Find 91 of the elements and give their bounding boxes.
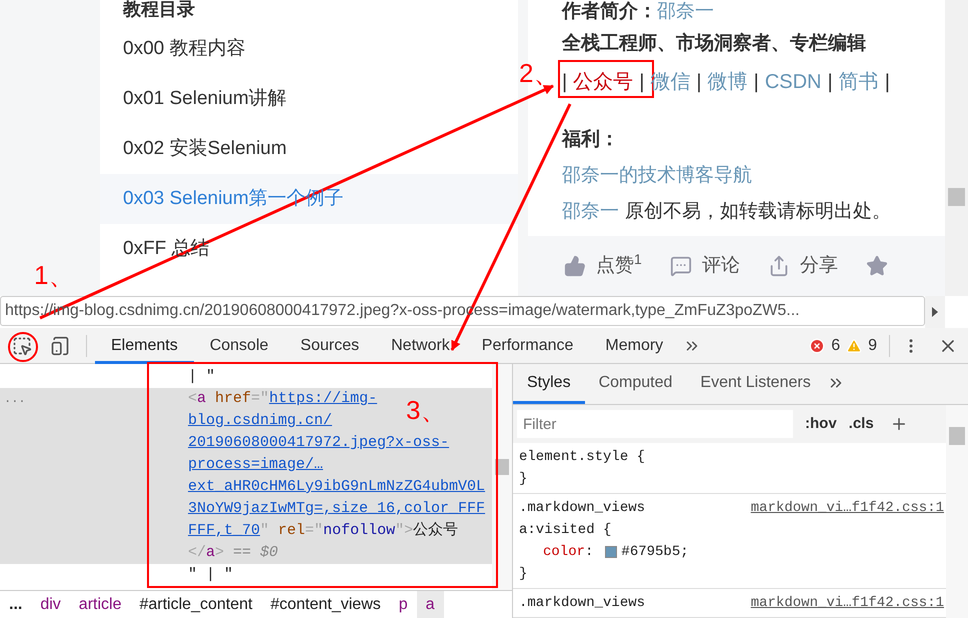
color-swatch[interactable]	[605, 546, 618, 558]
stylesheet-link[interactable]: markdown_vi…f1f42.css:1	[750, 497, 944, 519]
toc-item[interactable]: 0x00 教程内容	[100, 24, 518, 74]
css-selector: .markdown_views	[519, 499, 646, 518]
toc-item[interactable]: 0x01 Selenium讲解	[100, 74, 518, 124]
devtools-tab[interactable]: Sources	[284, 328, 376, 364]
highlight-circle	[8, 332, 38, 362]
error-count: 6	[831, 336, 840, 356]
warning-icon	[846, 338, 862, 354]
styles-scrollbar[interactable]	[946, 405, 968, 618]
css-semicolon: ;	[680, 543, 689, 562]
action-button[interactable]: 评论	[670, 252, 740, 280]
star-icon	[866, 255, 888, 277]
author-roles: 全栈工程师、市场洞察者、专栏编辑	[562, 32, 867, 56]
css-brace: }	[519, 565, 528, 584]
hov-toggle[interactable]: :hov	[805, 412, 837, 436]
separator: |	[562, 70, 568, 95]
code-punct: <	[188, 390, 198, 407]
code-link[interactable]: 20190608000417972.jpeg?x-oss-	[188, 434, 450, 451]
code-text: 公众号	[413, 522, 458, 539]
code-attr: rel	[277, 522, 306, 539]
scroll-thumb[interactable]	[948, 188, 965, 206]
css-selector: .markdown_views	[519, 594, 646, 613]
css-property: color	[543, 543, 586, 562]
code-tag: a	[206, 544, 216, 561]
css-brace: }	[519, 470, 528, 489]
annotation-label: 3、	[406, 397, 446, 423]
breadcrumb-item[interactable]: div	[31, 590, 70, 618]
dom-scrollbar[interactable]	[492, 364, 512, 590]
breadcrumb-item[interactable]: #article_content	[130, 590, 262, 618]
code-link[interactable]: ext_aHR0cHM6Ly9ibG9nLmNzZG4ubmV0L	[188, 478, 486, 495]
separator: |	[639, 70, 644, 95]
css-colon: :	[585, 543, 594, 562]
code-link[interactable]: process=image/…	[188, 456, 324, 473]
code-punct: ">	[395, 522, 414, 539]
code-punct: ="	[251, 390, 270, 407]
author-heading: 作者简介：	[562, 2, 657, 22]
comment-icon	[670, 255, 692, 277]
thumbs-up-icon	[564, 255, 586, 277]
cls-toggle[interactable]: .cls	[848, 412, 874, 436]
code-punct: </	[188, 544, 206, 561]
code-value: nofollow	[323, 522, 396, 539]
styles-tab[interactable]: Computed	[584, 364, 686, 404]
toc-title: 教程目录	[122, 0, 196, 21]
separator: |	[827, 70, 833, 95]
perks-heading: 福利：	[562, 128, 620, 152]
annotation-label: 2、	[519, 60, 560, 86]
breadcrumb-item[interactable]: #content_views	[261, 590, 390, 618]
code-punct: "	[260, 522, 270, 539]
code-tag: a	[197, 390, 206, 407]
code-text: | "	[188, 368, 216, 385]
warning-count: 9	[868, 336, 877, 356]
separator: |	[884, 70, 890, 95]
code-punct: >	[215, 544, 224, 561]
scroll-right-icon[interactable]	[932, 307, 938, 317]
code-link[interactable]: FFF,t_70	[188, 522, 260, 539]
css-selector: element.style {	[519, 448, 646, 467]
devtools-tab[interactable]: Network	[375, 328, 466, 364]
styles-tab[interactable]: Event Listeners	[686, 364, 825, 404]
breadcrumb-item[interactable]: a	[416, 590, 444, 618]
separator: |	[696, 70, 702, 95]
filter-field[interactable]: Filter	[517, 410, 793, 438]
credit-text: 原创不易，如转载请标明出处。	[625, 200, 891, 224]
code-link[interactable]: blog.csdnimg.cn/	[188, 412, 332, 429]
devtools-tab[interactable]: Memory	[589, 328, 680, 364]
action-button[interactable]: 点赞$^{1}$	[564, 252, 642, 280]
code-text: " | "	[188, 566, 234, 583]
page-scrollbar[interactable]	[945, 0, 968, 296]
devtools-tab[interactable]: Performance	[466, 328, 590, 364]
separator: |	[754, 70, 759, 95]
devtools-tab[interactable]: Console	[194, 328, 284, 364]
breadcrumb-item[interactable]: p	[390, 590, 417, 618]
error-icon	[809, 338, 826, 354]
device-toggle-icon[interactable]	[50, 336, 70, 356]
social-link[interactable]: 公众号	[573, 67, 634, 97]
code-link[interactable]: 3NoYW9jazIwMTg=,size_16,color_FFF	[188, 500, 486, 517]
css-selector: a:visited {	[519, 521, 612, 540]
inspect-icon[interactable]	[12, 336, 32, 356]
code-punct: ="	[305, 522, 324, 539]
action-button[interactable]: 分享	[768, 252, 838, 280]
css-value: #6795b5	[621, 543, 680, 562]
code-link[interactable]: https://img-	[269, 390, 378, 407]
action-button[interactable]	[866, 255, 888, 277]
code-hint: == $0	[232, 544, 278, 561]
scroll-thumb[interactable]	[949, 427, 965, 445]
stylesheet-link[interactable]: markdown_vi…f1f42.css:1	[750, 592, 944, 614]
code-attr: href	[214, 390, 252, 407]
breadcrumb-item[interactable]: article	[70, 590, 130, 618]
annotation-label: 1、	[34, 262, 74, 288]
toc-item[interactable]: 0x02 安装Selenium	[100, 124, 518, 174]
breadcrumb-item[interactable]: ...	[0, 590, 32, 618]
